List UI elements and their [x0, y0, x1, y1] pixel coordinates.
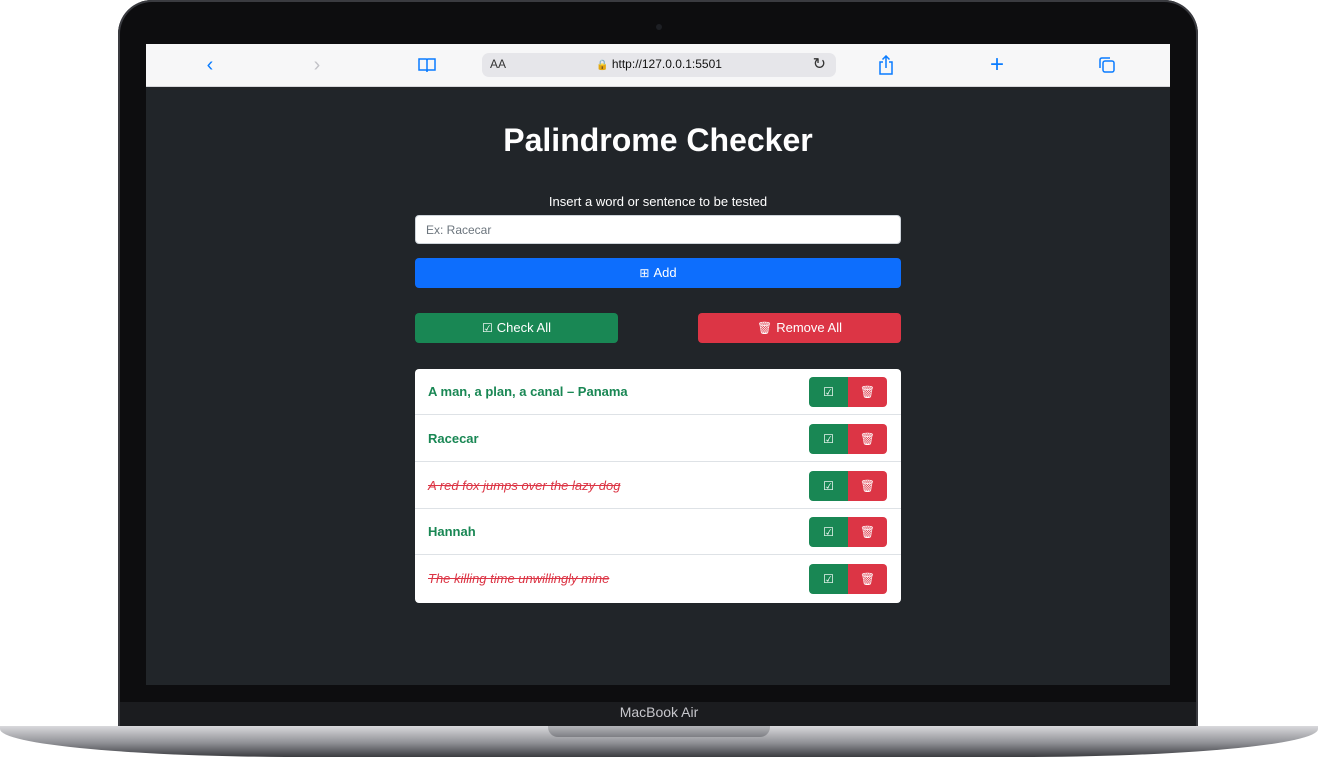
check-item-button[interactable]: ☑ — [809, 517, 848, 547]
word-list: A man, a plan, a canal – Panama ☑ 🗑 Race… — [415, 369, 901, 603]
list-item-text: The killing time unwillingly mine — [428, 571, 610, 586]
reload-icon[interactable]: ↻ — [813, 54, 826, 74]
check-item-button[interactable]: ☑ — [809, 424, 848, 454]
delete-item-button[interactable]: 🗑 — [848, 424, 887, 454]
list-item-text: Hannah — [428, 524, 476, 539]
forward-icon[interactable]: › — [302, 53, 332, 77]
back-icon[interactable]: ‹ — [195, 53, 225, 77]
add-button[interactable]: ⊞ Add — [415, 258, 901, 288]
list-item: A man, a plan, a canal – Panama ☑ 🗑 — [415, 369, 901, 415]
trash-icon: 🗑 — [757, 321, 773, 335]
remove-all-label: Remove All — [776, 320, 842, 335]
check-all-button[interactable]: ☑ Check All — [415, 313, 618, 343]
page-title: Palindrome Checker — [503, 122, 813, 158]
input-prompt: Insert a word or sentence to be tested — [548, 194, 768, 209]
trash-icon: 🗑 — [859, 479, 876, 493]
check-item-button[interactable]: ☑ — [809, 564, 848, 594]
lock-icon: 🔒 — [596, 60, 609, 71]
list-item-text: A man, a plan, a canal – Panama — [428, 384, 628, 399]
check-square-icon: ☑ — [823, 525, 834, 539]
share-icon[interactable] — [871, 53, 901, 77]
address-bar[interactable]: AA 🔒 http://127.0.0.1:5501 ↻ — [482, 53, 836, 77]
delete-item-button[interactable]: 🗑 — [848, 517, 887, 547]
delete-item-button[interactable]: 🗑 — [848, 471, 887, 501]
trash-icon: 🗑 — [859, 385, 876, 399]
screen: ‹ › AA 🔒 http://127.0.0.1:5501 ↻ + Palin… — [146, 44, 1170, 685]
list-item-text: Racecar — [428, 431, 479, 446]
delete-item-button[interactable]: 🗑 — [848, 564, 887, 594]
check-square-icon: ☑ — [823, 385, 834, 399]
app-content: Palindrome Checker Insert a word or sent… — [146, 86, 1170, 685]
url-value: http://127.0.0.1:5501 — [611, 57, 722, 71]
list-item: A red fox jumps over the lazy dog ☑ 🗑 — [415, 463, 901, 509]
new-tab-icon[interactable]: + — [982, 53, 1012, 77]
delete-item-button[interactable]: 🗑 — [848, 377, 887, 407]
check-square-icon: ☑ — [823, 572, 834, 586]
check-item-button[interactable]: ☑ — [809, 377, 848, 407]
plus-square-icon: ⊞ — [639, 266, 650, 280]
check-all-label: Check All — [496, 320, 551, 335]
list-item: The killing time unwillingly mine ☑ 🗑 — [415, 556, 901, 602]
trash-icon: 🗑 — [859, 572, 876, 586]
url-text: 🔒 http://127.0.0.1:5501 — [482, 57, 836, 71]
add-button-label: Add — [653, 265, 677, 280]
camera — [656, 24, 662, 30]
laptop-hinge-notch — [548, 726, 770, 737]
device-model-label: MacBook Air — [619, 704, 699, 720]
tabs-icon[interactable] — [1092, 53, 1122, 77]
bookmarks-icon[interactable] — [412, 53, 442, 77]
list-item: Racecar ☑ 🗑 — [415, 416, 901, 462]
check-square-icon: ☑ — [823, 432, 834, 446]
trash-icon: 🗑 — [859, 432, 876, 446]
list-item-text: A red fox jumps over the lazy dog — [428, 478, 621, 493]
remove-all-button[interactable]: 🗑 Remove All — [698, 313, 901, 343]
list-item: Hannah ☑ 🗑 — [415, 509, 901, 555]
browser-toolbar: ‹ › AA 🔒 http://127.0.0.1:5501 ↻ + — [146, 44, 1170, 87]
word-input[interactable] — [415, 215, 901, 244]
check-item-button[interactable]: ☑ — [809, 471, 848, 501]
trash-icon: 🗑 — [859, 525, 876, 539]
check-square-icon: ☑ — [482, 321, 493, 335]
check-square-icon: ☑ — [823, 479, 834, 493]
